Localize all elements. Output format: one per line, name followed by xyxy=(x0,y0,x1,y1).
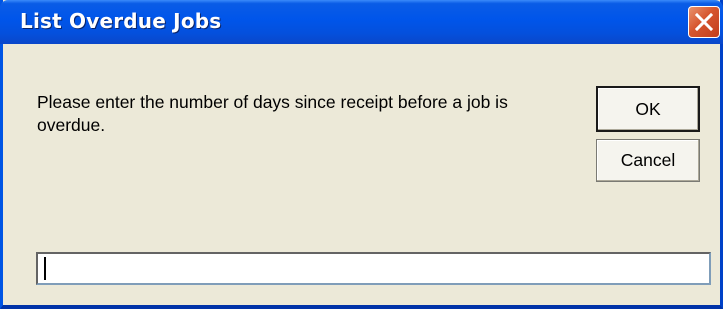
input-dialog-window: List Overdue Jobs Please enter the numbe… xyxy=(0,0,723,309)
ok-button[interactable]: OK xyxy=(596,86,700,132)
window-title: List Overdue Jobs xyxy=(20,9,222,33)
title-bar[interactable]: List Overdue Jobs xyxy=(0,0,723,44)
prompt-message: Please enter the number of days since re… xyxy=(37,92,508,135)
close-button[interactable] xyxy=(688,6,720,38)
text-caret xyxy=(44,257,46,280)
close-icon xyxy=(695,13,713,31)
days-input-field[interactable] xyxy=(36,252,711,285)
cancel-button[interactable]: Cancel xyxy=(596,139,700,182)
